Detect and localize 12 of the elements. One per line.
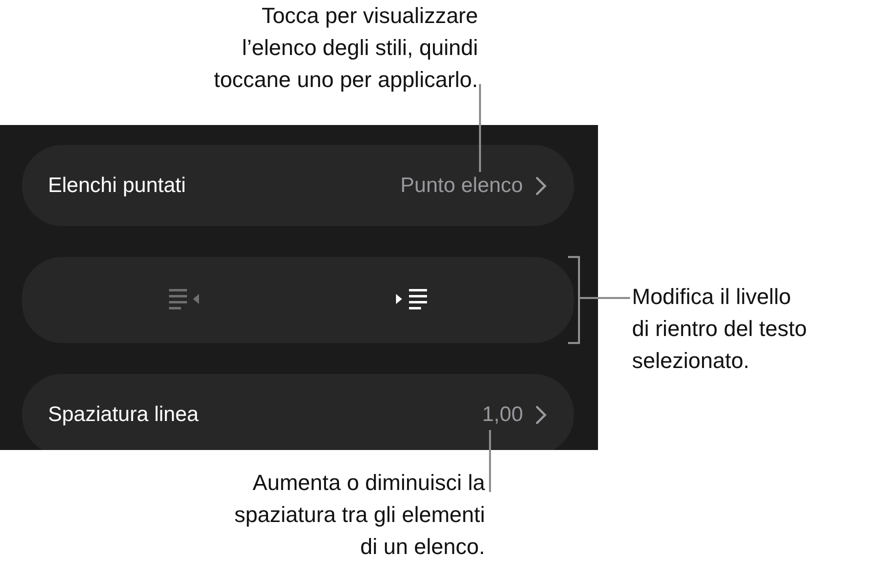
leader-line — [489, 430, 491, 492]
row-value: Punto elenco — [400, 174, 523, 198]
row-label: Spaziatura linea — [48, 402, 199, 426]
chevron-icon — [535, 176, 547, 196]
settings-row[interactable]: Spaziatura linea 1,00 — [22, 374, 574, 450]
chevron-icon — [535, 404, 547, 424]
settings-row[interactable]: Elenchi puntati Punto elenco — [22, 145, 574, 226]
row-value: 1,00 — [482, 402, 523, 426]
row-label: Elenchi puntati — [48, 174, 186, 198]
callout-text: Tocca per visualizzare l’elenco degli stili, quindi toccane uno per applicarlo. — [212, 2, 479, 94]
callout-text: Aumenta o diminuisci la spaziatura tra gli elementi di un elenco. — [234, 469, 485, 561]
callout-text: Modifica il livello di rientro del testo selezionato. — [632, 283, 807, 375]
